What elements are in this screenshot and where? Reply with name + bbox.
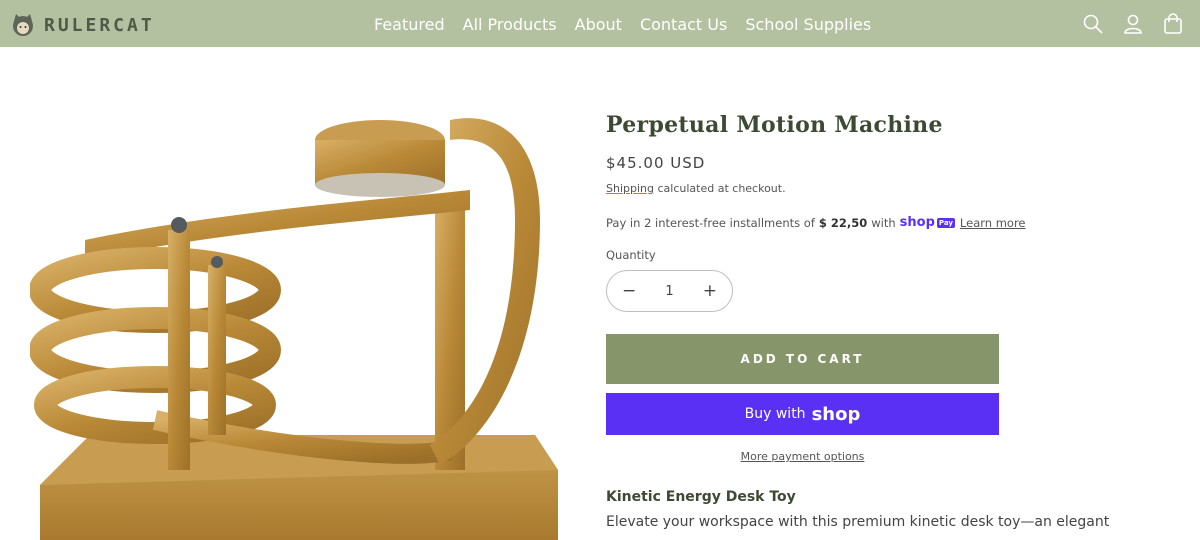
shop-wordmark: shop: [811, 403, 861, 425]
brand-name: RULERCAT: [44, 14, 155, 36]
buy-with-label: Buy with: [744, 406, 806, 422]
nav-item-about[interactable]: About: [575, 15, 622, 34]
product-image[interactable]: [29, 80, 570, 540]
shop-pay-badge: Pay: [936, 217, 955, 228]
header-icons: [1082, 13, 1184, 35]
add-to-cart-button[interactable]: ADD TO CART: [606, 334, 999, 384]
buy-with-shop-button[interactable]: Buy with shop: [606, 393, 999, 435]
search-icon[interactable]: [1082, 13, 1104, 35]
shipping-note: Shipping calculated at checkout.: [606, 182, 1006, 195]
learn-more-link[interactable]: Learn more: [960, 216, 1026, 230]
product-price: $45.00 USD: [606, 154, 706, 172]
quantity-value[interactable]: 1: [665, 284, 673, 299]
shipping-text: calculated at checkout.: [654, 182, 786, 195]
shop-pay-logo: shop: [899, 215, 935, 230]
quantity-decrease-button[interactable]: −: [622, 281, 636, 301]
product-info: Perpetual Motion Machine $45.00 USD Ship…: [606, 112, 1110, 530]
shipping-link[interactable]: Shipping: [606, 182, 654, 195]
quantity-stepper: − 1 +: [606, 270, 733, 312]
quantity-increase-button[interactable]: +: [703, 281, 717, 301]
description-heading: Kinetic Energy Desk Toy: [606, 489, 796, 505]
nav-item-school-supplies[interactable]: School Supplies: [745, 15, 871, 34]
main-nav: Featured All Products About Contact Us S…: [374, 15, 871, 34]
nav-item-contact-us[interactable]: Contact Us: [640, 15, 727, 34]
product-title: Perpetual Motion Machine: [606, 112, 943, 138]
installments-prefix: Pay in 2 interest-free installments of: [606, 215, 815, 230]
installments-with: with: [871, 215, 896, 230]
cart-icon[interactable]: [1162, 13, 1184, 35]
nav-item-featured[interactable]: Featured: [374, 15, 445, 34]
site-header: RULERCAT Featured All Products About Con…: [0, 0, 1200, 47]
nav-item-all-products[interactable]: All Products: [463, 15, 557, 34]
installment-amount: $ 22,50: [818, 215, 868, 230]
installments-note: Pay in 2 interest-free installments of $…: [606, 215, 1026, 230]
quantity-label: Quantity: [606, 248, 656, 262]
cat-logo-icon: [13, 14, 33, 36]
account-icon[interactable]: [1122, 13, 1144, 35]
brand-logo-link[interactable]: RULERCAT: [10, 13, 155, 37]
description-text: Elevate your workspace with this premium…: [606, 514, 1110, 530]
more-payment-options-link[interactable]: More payment options: [606, 450, 999, 463]
